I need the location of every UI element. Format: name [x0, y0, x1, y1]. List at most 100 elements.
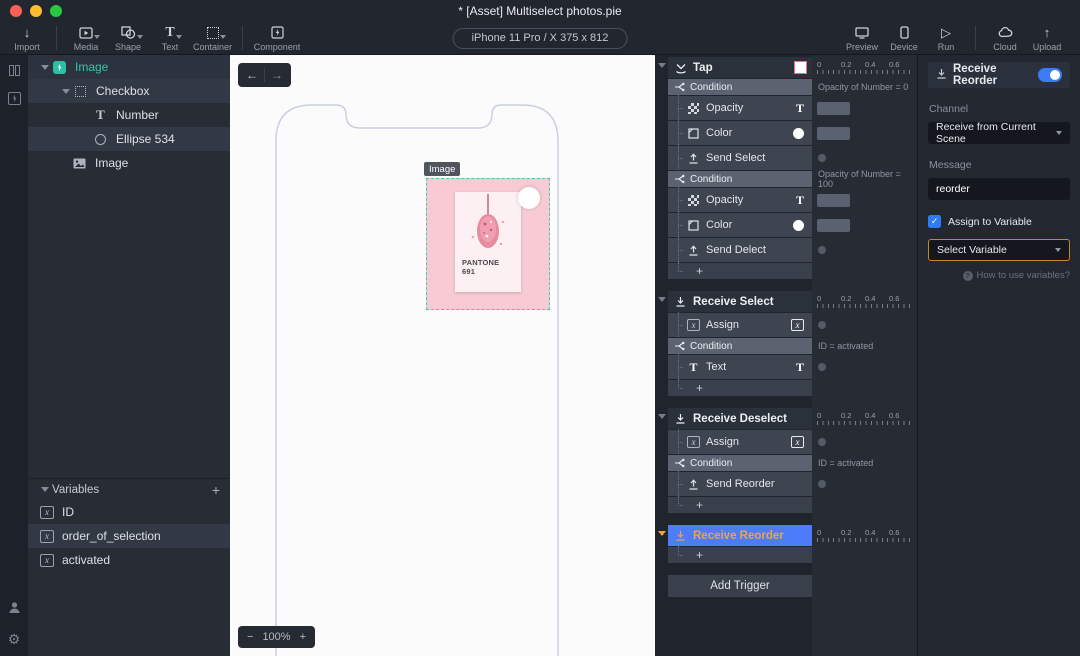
import-button[interactable]: ↓ Import [6, 23, 48, 52]
response-row-assign[interactable]: x Assign x [655, 429, 917, 454]
variable-item-order-of-selection[interactable]: x order_of_selection [28, 524, 230, 548]
back-button[interactable]: ← [240, 68, 264, 82]
timeline-bar[interactable] [817, 101, 850, 115]
target-ellipse-icon [793, 219, 804, 231]
response-row-assign[interactable]: x Assign x [655, 312, 917, 337]
response-row-send-select[interactable]: Send Select [655, 145, 917, 170]
window-controls[interactable] [10, 5, 62, 17]
timeline-dot[interactable] [818, 321, 826, 329]
timeline-dot[interactable] [818, 480, 826, 488]
collapse-caret-icon[interactable] [658, 531, 666, 536]
settings-gear-icon[interactable]: ⚙ [8, 631, 21, 648]
timeline-dot[interactable] [818, 438, 826, 446]
layer-label: Checkbox [96, 84, 150, 98]
device-button[interactable]: Device [883, 23, 925, 52]
collapse-caret-icon[interactable] [658, 297, 666, 302]
add-variable-button[interactable]: + [212, 482, 220, 498]
add-response-row[interactable]: + [655, 262, 917, 279]
add-response-row[interactable]: + [655, 379, 917, 396]
trigger-header-receive-deselect[interactable]: Receive Deselect 0 0.2 0.4 0.6 [655, 408, 917, 429]
tap-area-chip[interactable] [794, 61, 807, 74]
expand-caret-icon[interactable] [62, 88, 70, 94]
media-button[interactable]: Media [65, 23, 107, 52]
response-row-text[interactable]: T Text T [655, 354, 917, 379]
preview-button[interactable]: Preview [841, 23, 883, 52]
condition-row[interactable]: Condition Opacity of Number = 0 [655, 79, 917, 95]
cloud-button[interactable]: Cloud [984, 23, 1026, 52]
trigger-header-tap[interactable]: Tap 0 0.2 0.4 0.6 [655, 57, 917, 78]
chevron-down-icon [175, 35, 182, 39]
trigger-properties-header[interactable]: Receive Reorder [928, 62, 1070, 88]
close-window-button[interactable] [10, 5, 22, 17]
photo-pantone[interactable]: PANTONE 691 [426, 178, 550, 310]
variable-item-activated[interactable]: x activated [28, 548, 230, 572]
forward-button[interactable]: → [265, 68, 289, 82]
checkbox-checked-icon[interactable]: ✓ [928, 215, 941, 228]
layer-item-checkbox[interactable]: Checkbox [28, 79, 230, 103]
layer-item-number[interactable]: T Number [28, 103, 230, 127]
titlebar: * [Asset] Multiselect photos.pie [0, 0, 1080, 22]
expand-caret-icon[interactable] [41, 64, 49, 70]
variables-header[interactable]: Variables + [28, 478, 230, 500]
trigger-header-receive-select[interactable]: Receive Select 0 0.2 0.4 0.6 [655, 291, 917, 312]
response-row-color[interactable]: Color [655, 120, 917, 145]
condition-row[interactable]: Condition Opacity of Number = 100 [655, 169, 917, 189]
shape-button[interactable]: Shape [107, 23, 149, 52]
text-button[interactable]: T Text [149, 23, 191, 52]
zoom-level[interactable]: 100% [262, 631, 290, 643]
container-button[interactable]: Container [191, 23, 234, 52]
toolbar-right: Preview Device ▷ Run Cloud ↑ Upload [841, 23, 1068, 52]
timeline-dot[interactable] [818, 154, 826, 162]
response-row-color[interactable]: Color [655, 212, 917, 237]
add-trigger-button[interactable]: Add Trigger [668, 575, 812, 597]
timeline-bar[interactable] [817, 218, 850, 232]
expand-caret-icon[interactable] [41, 487, 49, 492]
checkbox-ellipse[interactable] [518, 187, 540, 209]
layers-panel-icon[interactable] [8, 65, 20, 76]
assign-to-variable-row[interactable]: ✓ Assign to Variable [928, 215, 1070, 228]
zoom-out-button[interactable]: − [247, 631, 253, 643]
response-row-send-reorder[interactable]: Send Reorder [655, 471, 917, 496]
run-button[interactable]: ▷ Run [925, 23, 967, 52]
timeline-bar[interactable] [817, 126, 850, 140]
layer-item-image[interactable]: Image [28, 151, 230, 175]
canvas[interactable]: ← → Image PANTONE 691 − 100% + [230, 55, 655, 656]
left-rail: ⚙ [0, 55, 28, 656]
collapse-caret-icon[interactable] [658, 63, 666, 68]
timeline-ruler: 0 0.2 0.4 0.6 [817, 294, 913, 308]
account-icon[interactable] [8, 601, 21, 619]
timeline-dot[interactable] [818, 363, 826, 371]
layer-item-image-component[interactable]: Image [28, 55, 230, 79]
message-input[interactable] [928, 178, 1070, 200]
variable-dropdown[interactable]: Select Variable [928, 239, 1070, 261]
variable-item-id[interactable]: x ID [28, 500, 230, 524]
response-row-send-delect[interactable]: Send Delect [655, 237, 917, 262]
trigger-header-receive-reorder[interactable]: Receive Reorder 0 0.2 0.4 0.6 [655, 525, 917, 546]
layer-item-ellipse[interactable]: Ellipse 534 [28, 127, 230, 151]
minimize-window-button[interactable] [30, 5, 42, 17]
zoom-window-button[interactable] [50, 5, 62, 17]
add-response-row[interactable]: + [655, 496, 917, 513]
timeline-dot[interactable] [818, 246, 826, 254]
component-button[interactable]: Component [251, 23, 303, 52]
condition-row[interactable]: Condition ID = activated [655, 455, 917, 471]
receive-icon [674, 296, 687, 308]
trigger-enabled-toggle[interactable] [1037, 68, 1062, 82]
condition-icon [674, 82, 685, 92]
device-preset-pill[interactable]: iPhone 11 Pro / X 375 x 812 [452, 28, 628, 49]
zoom-in-button[interactable]: + [300, 631, 306, 643]
variables-help-link[interactable]: ? How to use variables? [928, 270, 1070, 281]
upload-button[interactable]: ↑ Upload [1026, 23, 1068, 52]
channel-dropdown[interactable]: Receive from Current Scene [928, 121, 1070, 145]
timeline-bar[interactable] [817, 193, 850, 207]
message-label: Message [929, 159, 972, 171]
response-row-opacity[interactable]: Opacity T [655, 95, 917, 120]
add-response-row[interactable]: + [655, 546, 917, 563]
collapse-caret-icon[interactable] [658, 414, 666, 419]
response-row-opacity[interactable]: Opacity T [655, 187, 917, 212]
component-icon [270, 25, 284, 40]
condition-row[interactable]: Condition ID = activated [655, 338, 917, 354]
toolbar-divider [975, 26, 976, 50]
component-panel-icon[interactable] [7, 92, 21, 105]
selected-image-layer[interactable]: Image PANTONE 691 [424, 162, 550, 310]
